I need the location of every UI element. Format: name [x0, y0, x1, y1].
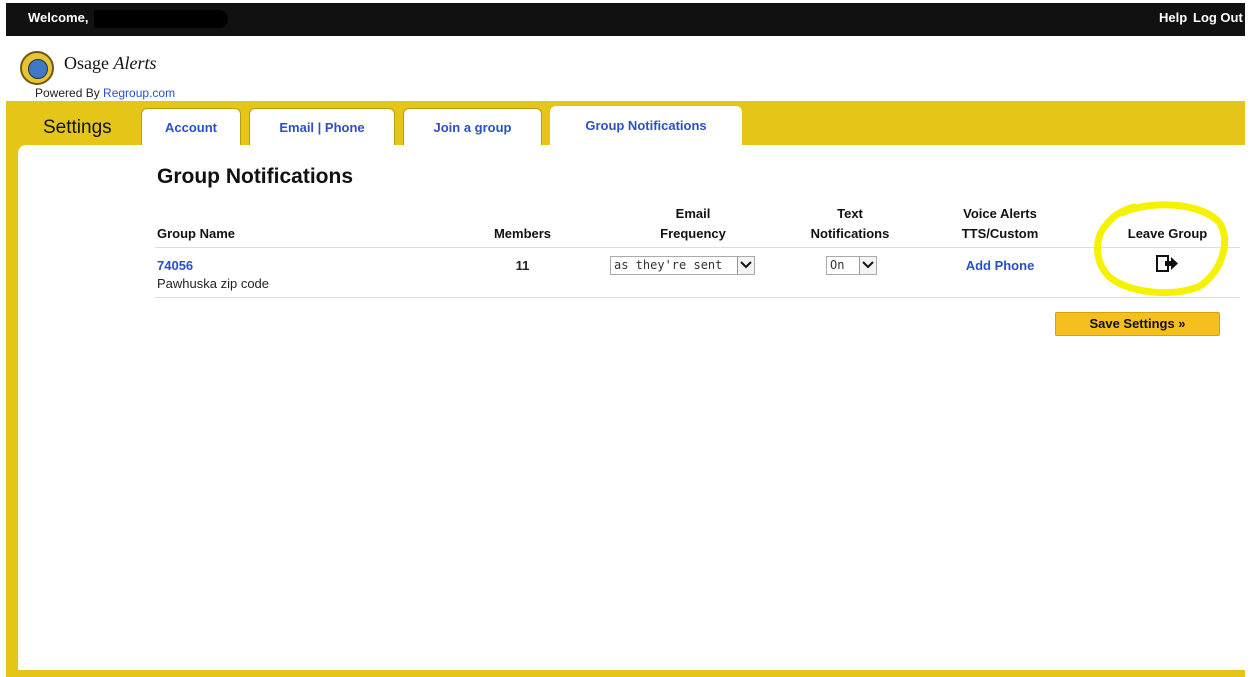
col-group-name: Group Name — [157, 226, 236, 241]
welcome-text: Welcome, — [28, 10, 89, 25]
col-leave-group: Leave Group — [1127, 226, 1208, 241]
header-divider — [155, 247, 1240, 248]
settings-label: Settings — [43, 117, 112, 138]
redacted-username — [94, 10, 228, 28]
col-members: Members — [493, 226, 552, 241]
text-notifications-select[interactable]: On — [826, 256, 877, 275]
col-email-frequency: Email Frequency — [660, 206, 726, 241]
col-text-notifications: Text Notifications — [810, 206, 890, 241]
chevron-down-icon — [859, 257, 876, 274]
row-divider — [155, 297, 1240, 298]
chevron-down-icon — [737, 257, 754, 274]
add-phone-link[interactable]: Add Phone — [940, 258, 1060, 273]
tab-email-phone[interactable]: Email | Phone — [249, 108, 395, 145]
logout-link[interactable]: Log Out — [1193, 10, 1243, 25]
regroup-link[interactable]: Regroup.com — [103, 86, 175, 100]
tab-group-notifications[interactable]: Group Notifications — [550, 106, 742, 149]
site-title: Osage Alerts — [64, 53, 157, 73]
save-settings-button[interactable]: Save Settings » — [1055, 312, 1220, 336]
top-bar: Welcome, Help Log Out — [6, 3, 1245, 36]
group-id-link[interactable]: 74056 — [157, 258, 193, 273]
tab-account[interactable]: Account — [141, 108, 241, 145]
powered-by: Powered By Regroup.com — [35, 86, 176, 100]
page-title: Group Notifications — [157, 165, 353, 188]
group-description: Pawhuska zip code — [157, 276, 270, 291]
col-voice-alerts: Voice Alerts TTS/Custom — [961, 206, 1039, 241]
email-frequency-select[interactable]: as they're sent — [610, 256, 755, 275]
member-count: 11 — [515, 258, 530, 273]
tab-join-group[interactable]: Join a group — [403, 108, 542, 145]
osage-seal-logo — [20, 51, 54, 85]
help-link[interactable]: Help — [1159, 10, 1187, 25]
exit-icon[interactable] — [1154, 252, 1180, 276]
